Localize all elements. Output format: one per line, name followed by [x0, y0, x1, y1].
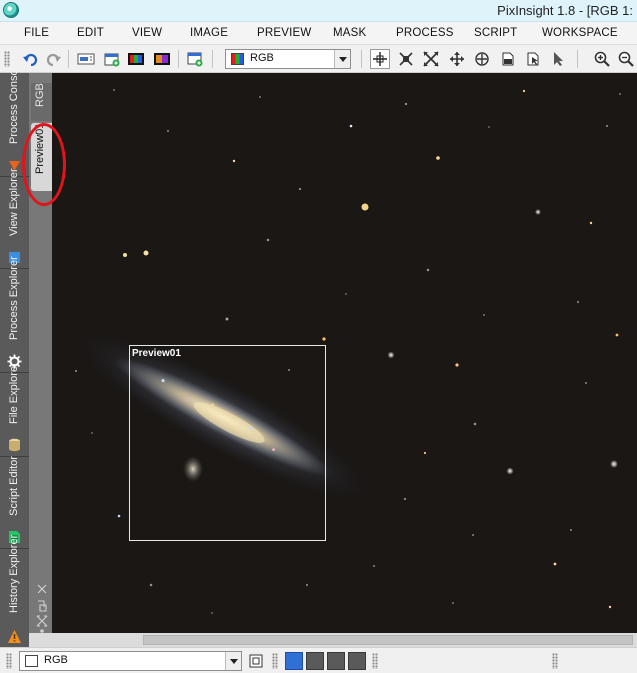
menu-workspace[interactable]: WORKSPACE — [542, 27, 618, 39]
statusbar-grip-3[interactable] — [372, 653, 378, 669]
view-selector-combo[interactable]: RGB — [225, 49, 351, 69]
tab-history-explorer-label: History Explorer — [8, 534, 20, 613]
zoom-out-icon[interactable] — [616, 49, 636, 69]
new-preview-mode-icon[interactable] — [523, 49, 543, 69]
menu-script[interactable]: SCRIPT — [474, 27, 517, 39]
menu-bar: FILE EDIT VIEW IMAGE PREVIEW MASK PROCES… — [0, 22, 637, 45]
status-view-selector-value: RGB — [44, 654, 68, 666]
redo-icon[interactable] — [44, 49, 64, 69]
tab-file-explorer[interactable]: File Explorer — [0, 362, 29, 457]
tab-process-explorer-label: Process Explorer — [8, 256, 20, 340]
statusbar-grip-4[interactable] — [552, 653, 558, 669]
rgb-swatch-icon — [231, 53, 244, 65]
fit-mode-icon[interactable] — [447, 49, 467, 69]
chevron-down-icon[interactable] — [334, 50, 350, 68]
tab-process-console-label: Process Console — [8, 60, 20, 144]
center-mode-icon[interactable] — [472, 49, 492, 69]
menu-mask[interactable]: MASK — [333, 27, 366, 39]
tab-file-explorer-label: File Explorer — [8, 362, 20, 424]
workspace-3-button[interactable] — [327, 652, 345, 670]
workspace-1-button[interactable] — [285, 652, 303, 670]
menu-image[interactable]: IMAGE — [190, 27, 228, 39]
window-title: PixInsight 1.8 - [RGB 1: — [497, 3, 633, 18]
edit-preview-mode-icon[interactable] — [498, 49, 518, 69]
view-tab-tools — [35, 583, 51, 633]
preview-rectangle[interactable]: Preview01 — [129, 345, 326, 541]
channel-extract-icon[interactable] — [152, 49, 172, 69]
toggle-panel-icon[interactable] — [246, 651, 266, 671]
menu-file[interactable]: FILE — [24, 27, 49, 39]
statusbar-grip-2[interactable] — [272, 653, 278, 669]
menu-process[interactable]: PROCESS — [396, 27, 454, 39]
image-canvas[interactable]: Preview01 — [52, 73, 637, 633]
workspace-4-button[interactable] — [348, 652, 366, 670]
chevron-down-icon[interactable] — [225, 652, 241, 670]
select-mode-icon[interactable] — [548, 49, 568, 69]
status-view-selector[interactable]: RGB — [19, 651, 242, 671]
close-icon — [37, 584, 47, 594]
image-window: RGB Preview01 Preview01 — [29, 73, 637, 647]
toolbar: RGB — [0, 45, 637, 73]
tab-view-explorer-label: View Explorer — [8, 168, 20, 236]
view-tab-rgb[interactable]: RGB — [31, 83, 52, 121]
zoom-in-icon[interactable] — [592, 49, 612, 69]
menu-view[interactable]: VIEW — [132, 27, 162, 39]
clone-icon — [38, 600, 47, 612]
new-preview-icon[interactable] — [185, 49, 205, 69]
workspace-2-button[interactable] — [306, 652, 324, 670]
history-icon — [8, 630, 21, 643]
statusbar-grip[interactable] — [6, 653, 12, 669]
title-bar: PixInsight 1.8 - [RGB 1: — [0, 0, 637, 22]
preview-rectangle-label: Preview01 — [132, 348, 181, 359]
image-window-icon — [25, 655, 38, 667]
scrollbar-thumb[interactable] — [143, 635, 633, 645]
annotation-highlight-ring — [22, 123, 66, 206]
tab-history-explorer[interactable]: History Explorer — [0, 535, 29, 647]
pixinsight-logo-icon — [3, 2, 19, 18]
tab-script-editor-label: Script Editor — [8, 456, 20, 516]
view-tab-rgb-label: RGB — [34, 83, 46, 107]
readout-mode-icon[interactable] — [370, 49, 390, 69]
menu-preview[interactable]: PREVIEW — [257, 27, 311, 39]
status-bar: RGB — [0, 647, 637, 673]
menu-edit[interactable]: EDIT — [77, 27, 104, 39]
fit-icon — [36, 615, 48, 627]
view-selector-value: RGB — [250, 52, 274, 64]
undo-icon[interactable] — [20, 49, 40, 69]
horizontal-scrollbar[interactable] — [29, 633, 637, 647]
view-identifier-icon[interactable] — [76, 49, 96, 69]
pan-mode-icon[interactable] — [421, 49, 441, 69]
rgb-channels-icon[interactable] — [126, 49, 146, 69]
zoom-mode-icon[interactable] — [396, 49, 416, 69]
drive-icon — [9, 438, 20, 452]
new-image-icon[interactable] — [102, 49, 122, 69]
tab-process-explorer[interactable]: Process Explorer — [0, 256, 29, 373]
